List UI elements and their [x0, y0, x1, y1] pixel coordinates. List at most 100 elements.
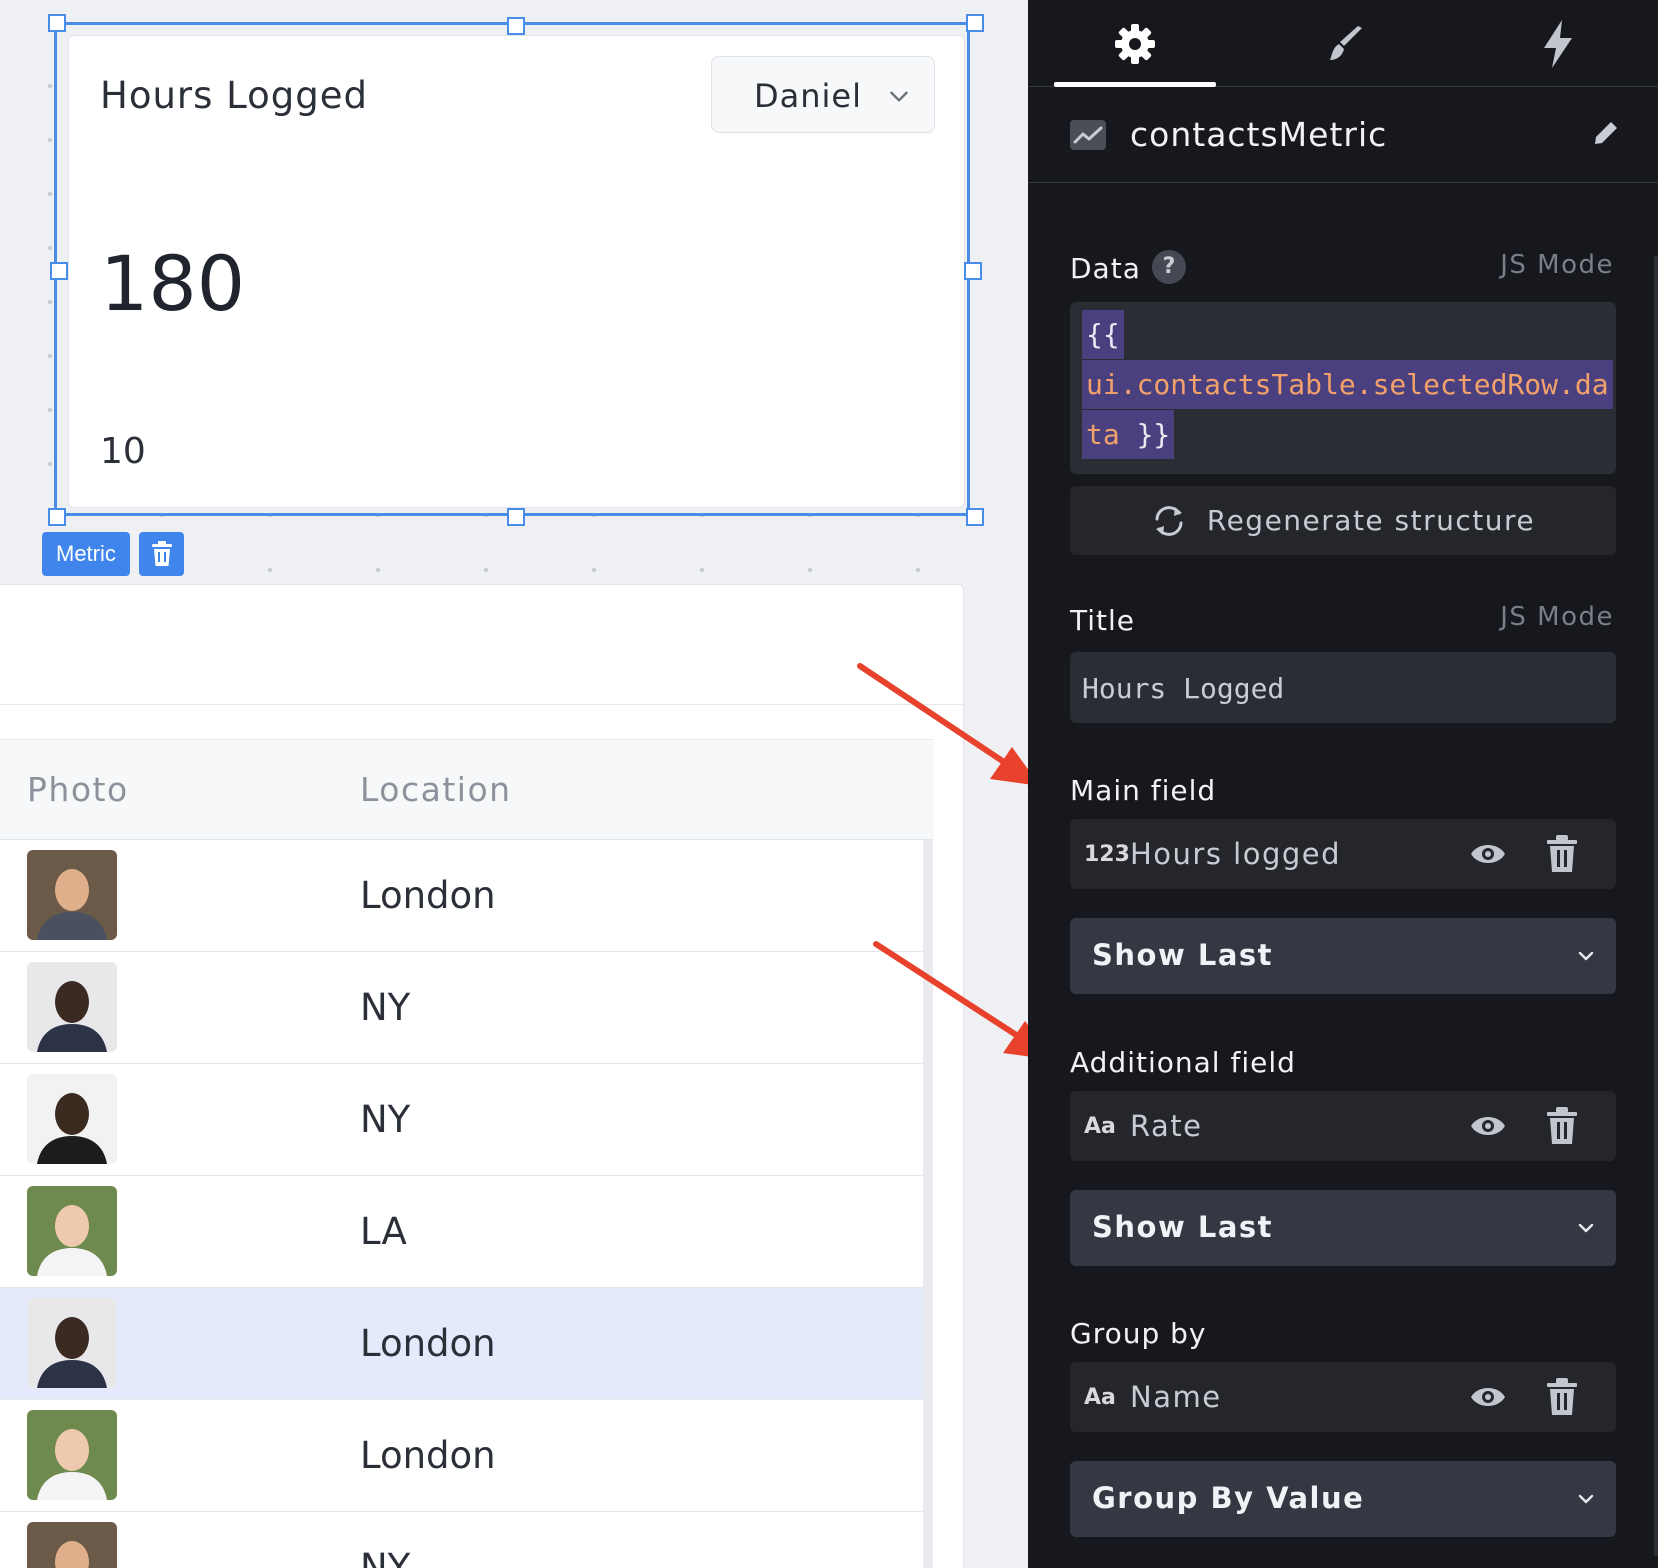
avatar: [27, 962, 117, 1052]
data-js-mode-toggle[interactable]: JS Mode: [1500, 250, 1614, 280]
chart-icon: [1070, 120, 1106, 150]
trash-icon: [151, 541, 172, 566]
active-tab-indicator: [1054, 82, 1216, 87]
eye-icon[interactable]: [1470, 1109, 1506, 1143]
resize-handle-bottom-right[interactable]: [966, 508, 984, 526]
main-field-aggregate-select[interactable]: Show Last: [1070, 918, 1616, 994]
code-expression-end: ta: [1086, 418, 1120, 451]
table-scrollbar[interactable]: [923, 840, 933, 1568]
metric-additional-value: 10: [100, 431, 146, 472]
table-row[interactable]: NY: [0, 1064, 923, 1176]
properties-panel: contactsMetric Data ? JS Mode {{ ui.cont…: [1028, 0, 1658, 1568]
resize-handle-top[interactable]: [507, 17, 525, 35]
text-type-icon: Aa: [1084, 1385, 1116, 1410]
data-label: Data: [1070, 252, 1141, 285]
table-row[interactable]: NY: [0, 952, 923, 1064]
panel-scrollbar[interactable]: [1654, 256, 1658, 1556]
eye-icon[interactable]: [1470, 1380, 1506, 1414]
tab-style[interactable]: [1266, 0, 1426, 87]
resize-handle-bottom-left[interactable]: [48, 508, 66, 526]
table-row[interactable]: LA: [0, 1176, 923, 1288]
table-row[interactable]: NY: [0, 1512, 923, 1568]
group-by-mode-value: Group By Value: [1092, 1481, 1365, 1515]
avatar: [27, 1522, 117, 1568]
chevron-down-icon: [890, 91, 908, 102]
regenerate-structure-button[interactable]: Regenerate structure: [1070, 486, 1616, 555]
chevron-down-icon: [1578, 951, 1594, 961]
location-cell: LA: [360, 1210, 407, 1253]
resize-handle-right[interactable]: [964, 262, 982, 280]
tab-settings[interactable]: [1055, 0, 1215, 87]
help-icon[interactable]: ?: [1152, 250, 1186, 284]
location-cell: NY: [360, 986, 411, 1029]
additional-field-row[interactable]: Aa Rate: [1070, 1091, 1616, 1161]
group-by-label: Group by: [1070, 1317, 1207, 1350]
resize-handle-left[interactable]: [50, 262, 68, 280]
location-cell: London: [360, 1322, 496, 1365]
group-by-row[interactable]: Aa Name: [1070, 1362, 1616, 1432]
brush-icon: [1330, 25, 1362, 60]
avatar: [27, 1410, 117, 1500]
avatar: [27, 1186, 117, 1276]
code-expression: ui.contactsTable.selectedRow.da: [1082, 360, 1613, 409]
table-header: Photo Location: [0, 739, 934, 840]
title-label: Title: [1070, 604, 1136, 637]
table-body: London NY NY LA London London NY: [0, 840, 923, 1568]
main-field-row[interactable]: 123 Hours logged: [1070, 819, 1616, 889]
location-cell: NY: [360, 1546, 411, 1568]
location-cell: London: [360, 1434, 496, 1477]
lightning-icon: [1544, 19, 1572, 68]
title-input[interactable]: Hours Logged: [1070, 652, 1616, 723]
main-field-aggregate-value: Show Last: [1092, 938, 1274, 972]
widget-name: contactsMetric: [1130, 115, 1388, 154]
metric-title: Hours Logged: [100, 74, 368, 117]
table-row[interactable]: London: [0, 840, 923, 952]
additional-field-aggregate-select[interactable]: Show Last: [1070, 1190, 1616, 1266]
number-type-icon: 123: [1084, 842, 1130, 867]
editor-canvas[interactable]: Hours Logged Daniel 180 10 Metric Photo …: [0, 0, 1028, 1568]
table-row[interactable]: London: [0, 1288, 923, 1400]
panel-tabs: [1028, 0, 1658, 87]
data-code-editor[interactable]: {{ ui.contactsTable.selectedRow.da ta }}: [1070, 302, 1616, 474]
title-js-mode-toggle[interactable]: JS Mode: [1500, 602, 1614, 632]
regenerate-label: Regenerate structure: [1206, 504, 1536, 537]
column-header-location[interactable]: Location: [360, 770, 512, 809]
avatar: [27, 1298, 117, 1388]
table-row[interactable]: London: [0, 1400, 923, 1512]
gear-icon: [1115, 23, 1155, 64]
tab-actions[interactable]: [1478, 0, 1638, 87]
resize-handle-top-left[interactable]: [48, 14, 66, 32]
main-field-name: Hours logged: [1130, 837, 1342, 871]
contacts-table[interactable]: Photo Location London NY NY LA London London N…: [0, 584, 964, 1568]
resize-handle-bottom[interactable]: [507, 508, 525, 526]
group-by-field-name: Name: [1130, 1380, 1222, 1414]
main-field-label: Main field: [1070, 774, 1217, 807]
additional-field-aggregate-value: Show Last: [1092, 1210, 1274, 1244]
additional-field-name: Rate: [1130, 1109, 1203, 1143]
text-type-icon: Aa: [1084, 1114, 1116, 1139]
resize-handle-top-right[interactable]: [966, 14, 984, 32]
metric-main-value: 180: [100, 239, 246, 328]
additional-field-label: Additional field: [1070, 1046, 1296, 1079]
pencil-icon[interactable]: [1591, 118, 1621, 148]
widget-delete-button[interactable]: [139, 532, 184, 576]
refresh-icon: [1155, 505, 1183, 536]
table-toolbar: [0, 585, 963, 705]
avatar: [27, 1074, 117, 1164]
eye-icon[interactable]: [1470, 837, 1506, 871]
trash-icon[interactable]: [1546, 1107, 1578, 1145]
code-open-braces: {{: [1082, 310, 1124, 359]
trash-icon[interactable]: [1546, 835, 1578, 873]
column-header-photo[interactable]: Photo: [27, 770, 129, 809]
person-select-value: Daniel: [754, 77, 862, 115]
chevron-down-icon: [1578, 1494, 1594, 1504]
widget-type-tag[interactable]: Metric: [42, 532, 130, 576]
metric-widget[interactable]: Hours Logged Daniel 180 10: [68, 35, 965, 508]
code-close-braces: }}: [1136, 418, 1171, 451]
chevron-down-icon: [1578, 1223, 1594, 1233]
person-select[interactable]: Daniel: [711, 56, 935, 133]
group-by-mode-select[interactable]: Group By Value: [1070, 1461, 1616, 1537]
location-cell: London: [360, 874, 496, 917]
trash-icon[interactable]: [1546, 1378, 1578, 1416]
panel-header: contactsMetric: [1028, 88, 1658, 183]
